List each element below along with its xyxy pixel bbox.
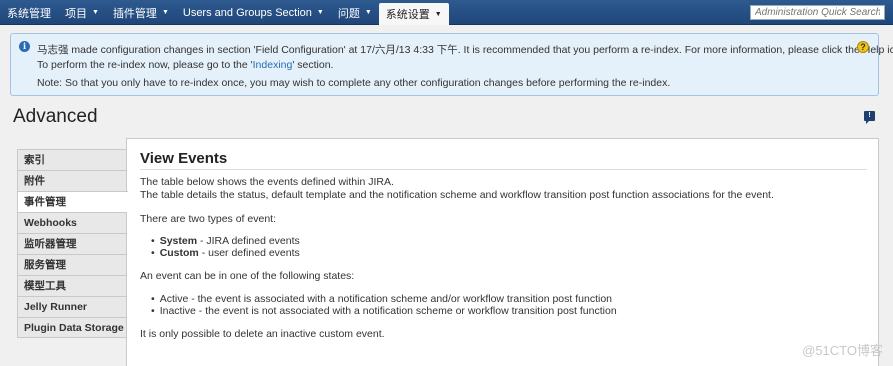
chevron-down-icon: ▼ xyxy=(364,9,372,16)
chevron-down-icon: ▼ xyxy=(92,9,99,16)
admin-quick-search-input[interactable] xyxy=(750,5,885,20)
nav-item-users-groups[interactable]: Users and Groups Section ▼ xyxy=(176,0,331,25)
notice-line-1: 马志强 made configuration changes in sectio… xyxy=(37,44,893,56)
help-icon[interactable]: ? xyxy=(857,41,869,53)
event-state-active: Active - the event is associated with a … xyxy=(151,293,612,305)
sidebar-item-attachments[interactable]: 附件 xyxy=(17,170,127,191)
nav-item-label: 系统设置 xyxy=(385,9,430,21)
nav-item-issues[interactable]: 问题 ▼ xyxy=(331,0,379,25)
nav-item-label: 系统管理 xyxy=(7,7,51,20)
nav-item-plugins[interactable]: 插件管理 ▼ xyxy=(106,0,176,25)
page-title: Advanced xyxy=(13,106,98,127)
event-states-intro: An event can be in one of the following … xyxy=(140,270,355,282)
sidebar-item-services[interactable]: 服务管理 xyxy=(17,254,127,275)
chevron-down-icon: ▼ xyxy=(434,10,442,18)
event-types-intro: There are two types of event: xyxy=(140,213,276,225)
nav-item-label: 项目 xyxy=(65,7,87,20)
nav-item-label: 插件管理 xyxy=(112,7,157,20)
sidebar-item-jelly-runner[interactable]: Jelly Runner xyxy=(17,296,127,317)
chevron-down-icon: ▼ xyxy=(316,9,324,16)
nav-item-label: Users and Groups Section xyxy=(182,6,312,19)
sidebar-item-events[interactable]: 事件管理 xyxy=(17,191,128,212)
nav-item-projects[interactable]: 项目 ▼ xyxy=(58,0,106,25)
indexing-link[interactable]: Indexing xyxy=(253,59,293,71)
nav-item-system-settings[interactable]: 系统设置 ▼ xyxy=(378,3,449,25)
watermark: @51CTO博客 xyxy=(802,343,883,358)
sidebar-item-webhooks[interactable]: Webhooks xyxy=(17,212,127,233)
nav-item-system-admin[interactable]: 系统管理 xyxy=(0,0,58,25)
event-type-system: System - JIRA defined events xyxy=(151,235,300,247)
top-navigation-bar: 系统管理 项目 ▼ 插件管理 ▼ Users and Groups Section ▼… xyxy=(0,0,893,25)
event-type-desc: - JIRA defined events xyxy=(197,235,300,247)
delete-note: It is only possible to delete an inactiv… xyxy=(140,328,385,340)
feedback-icon[interactable]: ! xyxy=(864,111,875,124)
chevron-down-icon: ▼ xyxy=(161,9,169,16)
event-type-name: Custom xyxy=(159,247,199,259)
notice-line-3: Note: So that you only have to re-index … xyxy=(37,77,671,89)
notice-line-2: To perform the re-index now, please go t… xyxy=(37,59,333,71)
section-divider xyxy=(140,169,867,170)
sidebar: 索引 附件 事件管理 Webhooks 监听器管理 服务管理 模型工具 Jell… xyxy=(17,149,128,338)
main-content-panel: View Events The table below shows the ev… xyxy=(126,138,879,366)
notice-line-2-prefix: To perform the re-index now, please go t… xyxy=(37,59,253,71)
notice-line-2-suffix: ' section. xyxy=(292,59,334,71)
nav-menu: 系统管理 项目 ▼ 插件管理 ▼ Users and Groups Section ▼… xyxy=(0,0,449,25)
reindex-notice: i 马志强 made configuration changes in sect… xyxy=(10,33,893,96)
event-type-desc: - user defined events xyxy=(198,247,300,259)
event-type-custom: Custom - user defined events xyxy=(151,247,300,259)
sidebar-item-model-tools[interactable]: 模型工具 xyxy=(17,275,127,296)
section-title: View Events xyxy=(140,150,228,167)
intro-text-2: The table details the status, default te… xyxy=(140,189,774,201)
sidebar-item-listeners[interactable]: 监听器管理 xyxy=(17,233,127,254)
nav-item-label: 问题 xyxy=(337,7,360,20)
info-icon: i xyxy=(19,41,30,52)
event-state-inactive: Inactive - the event is not associated w… xyxy=(151,305,617,317)
sidebar-item-plugin-data-storage[interactable]: Plugin Data Storage xyxy=(17,317,127,338)
sidebar-item-index[interactable]: 索引 xyxy=(17,149,127,170)
event-type-name: System xyxy=(159,235,198,247)
intro-text-1: The table below shows the events defined… xyxy=(140,176,394,188)
